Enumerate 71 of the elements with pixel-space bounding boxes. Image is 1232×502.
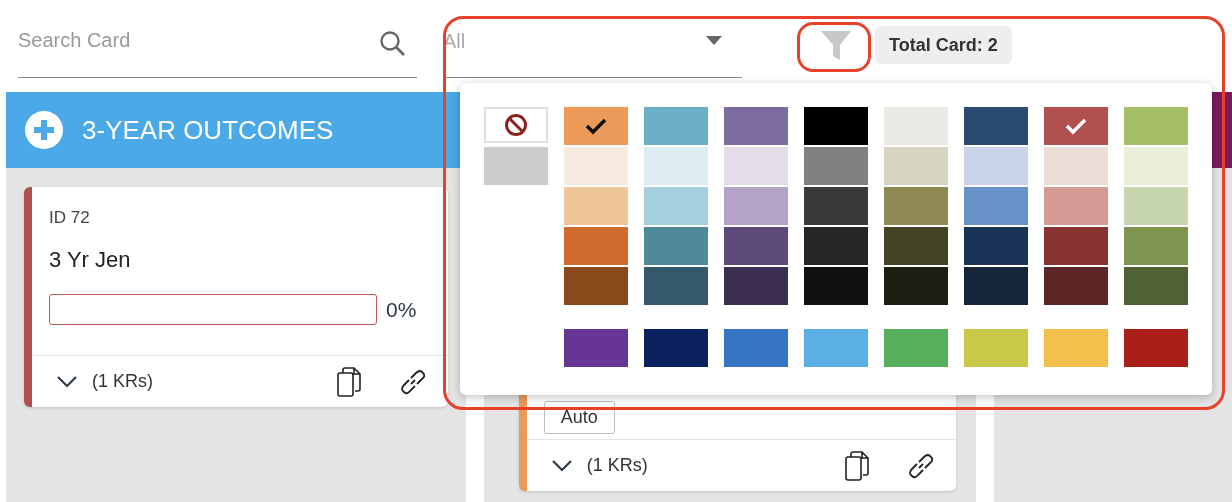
copy-icon[interactable] [335,366,362,397]
color-swatch[interactable] [644,147,708,185]
color-swatch[interactable] [964,329,1028,367]
color-swatch[interactable] [884,187,948,225]
color-swatch[interactable] [964,107,1028,145]
color-swatch[interactable] [964,267,1028,305]
color-swatch[interactable] [1124,227,1188,265]
color-swatch[interactable] [564,329,628,367]
color-swatch[interactable] [724,267,788,305]
color-swatch[interactable] [964,187,1028,225]
card-id: ID 72 [48,207,91,229]
mode-tag: Auto [543,401,615,434]
color-swatch[interactable] [884,107,948,145]
progress-percent: 0% [386,296,417,323]
column-title: 3-YEAR OUTCOMES [82,113,334,147]
color-swatch[interactable] [1044,329,1108,367]
color-swatch[interactable] [724,329,788,367]
no-entry-icon [504,113,528,137]
color-swatch[interactable] [1044,267,1108,305]
color-swatch[interactable] [564,187,628,225]
color-swatch[interactable] [1124,187,1188,225]
outcome-card[interactable]: ID 72 3 Yr Jen 0% (1 KRs) [24,187,448,407]
chevron-down-icon[interactable] [550,458,573,473]
card-title: 3 Yr Jen [48,245,132,274]
no-color-option[interactable] [484,107,548,143]
color-swatch[interactable] [804,329,868,367]
color-swatch[interactable] [884,147,948,185]
key-results-count: (1 KRs) [586,454,648,477]
key-results-count: (1 KRs) [92,370,153,393]
caret-icon [706,36,722,45]
check-icon [584,117,608,135]
color-swatch[interactable] [1044,227,1108,265]
color-swatch[interactable] [564,267,628,305]
color-swatch[interactable] [724,187,788,225]
search-field[interactable]: Search Card [18,26,417,78]
color-swatch[interactable] [884,267,948,305]
color-swatch[interactable] [884,227,948,265]
color-swatch[interactable] [1124,267,1188,305]
copy-icon[interactable] [844,450,871,481]
color-swatch[interactable] [1044,147,1108,185]
color-swatch[interactable] [644,227,708,265]
color-swatch[interactable] [564,107,628,145]
color-swatch[interactable] [484,147,548,185]
color-swatch[interactable] [804,267,868,305]
color-swatch[interactable] [644,187,708,225]
color-swatch[interactable] [724,227,788,265]
color-swatch[interactable] [564,147,628,185]
color-swatch[interactable] [644,329,708,367]
add-icon[interactable] [24,110,64,150]
total-card-count: Total Card: 2 [875,26,1012,64]
filter-icon[interactable] [819,28,853,62]
color-swatch[interactable] [964,147,1028,185]
color-swatch[interactable] [644,107,708,145]
check-icon [1064,117,1088,135]
color-swatch[interactable] [644,267,708,305]
color-swatch[interactable] [724,147,788,185]
color-swatch[interactable] [1124,329,1188,367]
color-swatch[interactable] [804,107,868,145]
color-swatch[interactable] [804,187,868,225]
color-swatch[interactable] [1124,147,1188,185]
color-swatch[interactable] [724,107,788,145]
color-swatch[interactable] [1044,187,1108,225]
color-swatch[interactable] [884,329,948,367]
color-swatch[interactable] [564,227,628,265]
color-swatch[interactable] [964,227,1028,265]
color-swatch[interactable] [804,147,868,185]
search-icon[interactable] [379,30,407,58]
color-swatch[interactable] [804,227,868,265]
chevron-down-icon[interactable] [56,374,78,389]
color-swatch[interactable] [1124,107,1188,145]
color-swatch[interactable] [1044,107,1108,145]
